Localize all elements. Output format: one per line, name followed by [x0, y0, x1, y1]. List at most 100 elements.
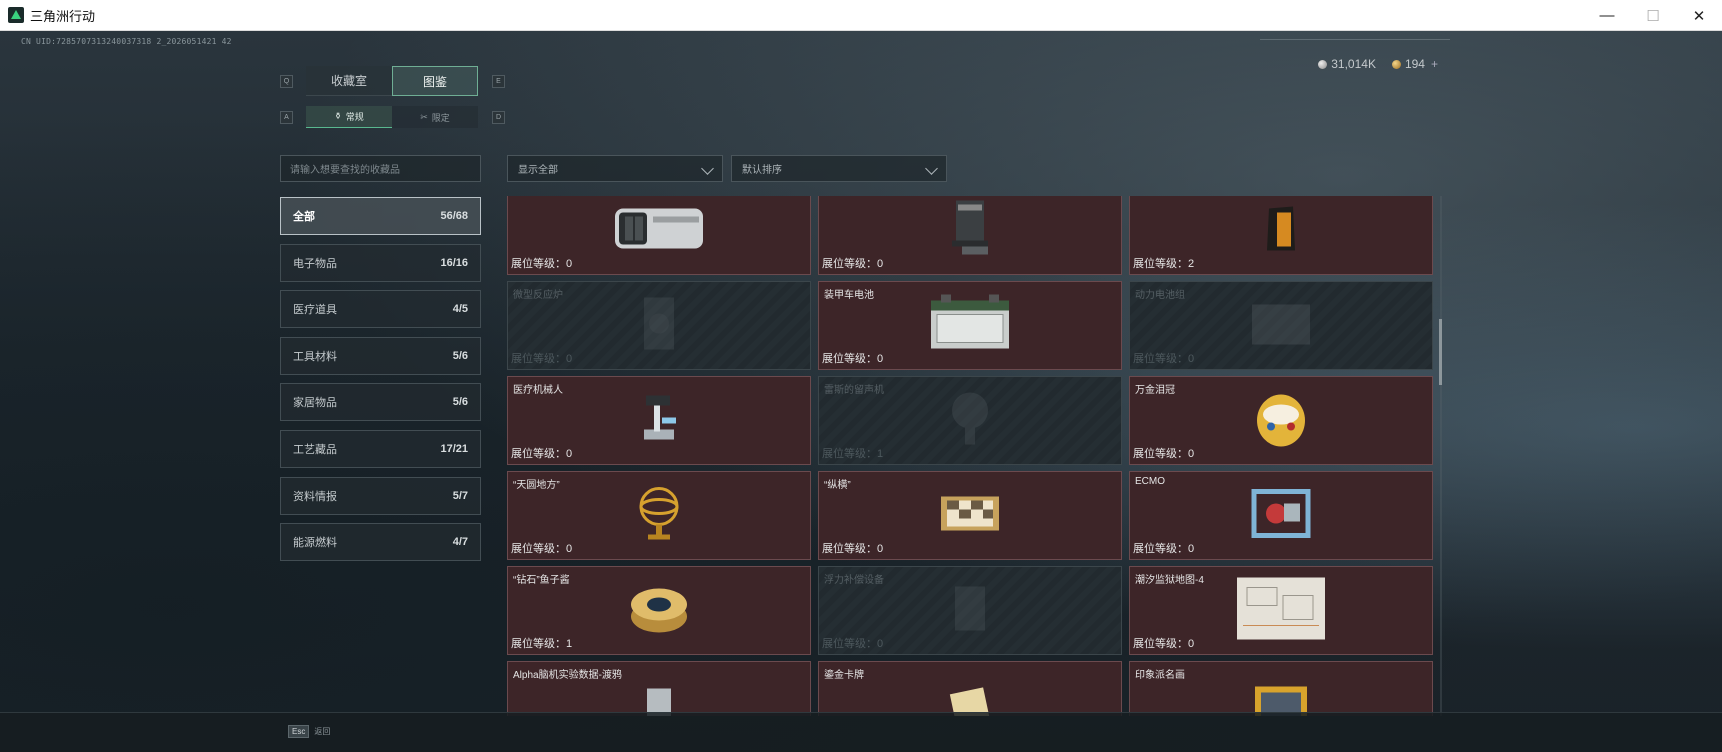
- category-label: 工具材料: [293, 350, 337, 363]
- category-count: 17/21: [440, 442, 468, 455]
- card-name: 微型反应炉: [513, 290, 563, 301]
- category-count: 4/5: [452, 303, 468, 316]
- card-name: 潮汐监狱地图-4: [1135, 575, 1204, 586]
- category-item[interactable]: 全部 56/68: [280, 197, 481, 235]
- sort-dropdown[interactable]: 默认排序: [731, 155, 947, 182]
- tab-right-key[interactable]: E: [492, 75, 505, 88]
- back-button[interactable]: Esc 返回: [288, 725, 330, 738]
- silver-amount: 31,014K: [1331, 57, 1376, 71]
- category-count: 56/68: [440, 210, 468, 222]
- main-tabs: 收藏室 图鉴: [306, 66, 478, 96]
- category-label: 电子物品: [293, 257, 337, 270]
- collection-card[interactable]: Alpha脑机实验数据-渡鸦: [507, 661, 811, 716]
- filter-value: 显示全部: [518, 165, 558, 176]
- limited-icon: ✂: [420, 111, 428, 122]
- category-label: 医疗道具: [293, 304, 337, 317]
- card-display-level: 展位等级：1: [511, 638, 573, 650]
- card-display-level: 展位等级：0: [822, 638, 884, 650]
- chevron-down-icon: [701, 162, 714, 175]
- subtab-regular[interactable]: ⚱ 常规: [306, 106, 392, 128]
- category-label: 资料情报: [293, 490, 337, 503]
- collection-card-locked[interactable]: 浮力补偿设备 展位等级：0: [818, 566, 1122, 655]
- reactor-icon: [634, 291, 684, 360]
- maximize-button[interactable]: ☐: [1630, 0, 1676, 31]
- game-viewport: CN UID:7285707313240037318 2_2026051421 …: [0, 31, 1722, 752]
- card-name: “纵横”: [824, 480, 851, 491]
- card-name: ECMO: [1135, 476, 1165, 487]
- card-display-level: 展位等级：0: [511, 543, 573, 555]
- category-item[interactable]: 工具材料 5/6: [280, 336, 481, 375]
- battery-icon: [927, 292, 1013, 359]
- collection-card[interactable]: “天圆地方” 展位等级：0: [507, 471, 811, 560]
- gold-card-icon: [945, 678, 995, 716]
- collection-card[interactable]: 万金泪冠 展位等级：0: [1129, 376, 1433, 465]
- collection-card-locked[interactable]: 动力电池组展位等级：0: [1129, 281, 1433, 370]
- sub-tabs: ⚱ 常规 ✂ 限定: [306, 106, 478, 128]
- collection-card-locked[interactable]: 雷斯的留声机 展位等级：1: [818, 376, 1122, 465]
- collection-card[interactable]: “钻石”鱼子酱 展位等级：1: [507, 566, 811, 655]
- tab-left-key[interactable]: Q: [280, 75, 293, 88]
- grid-scrollbar-track[interactable]: [1440, 196, 1442, 716]
- tab-catalog[interactable]: 图鉴: [392, 66, 478, 96]
- filter-dropdown[interactable]: 显示全部: [507, 155, 723, 182]
- collection-card[interactable]: 展位等级：0: [507, 196, 811, 275]
- card-name: “天圆地方”: [513, 480, 560, 491]
- search-input[interactable]: 请输入想要查找的收藏品: [280, 155, 481, 182]
- add-currency-button[interactable]: +: [1431, 57, 1438, 71]
- window-controls: — ☐ ✕: [1584, 0, 1722, 31]
- gold-currency[interactable]: 194 +: [1391, 57, 1438, 71]
- collection-card[interactable]: 展位等级：2: [1129, 196, 1433, 275]
- chevron-down-icon: [925, 162, 938, 175]
- card-name: 动力电池组: [1135, 290, 1185, 301]
- robot-arm-icon: [636, 389, 682, 452]
- category-item[interactable]: 能源燃料 4/7: [280, 523, 481, 562]
- data-drive-icon: [639, 678, 679, 716]
- category-item[interactable]: 工艺藏品 17/21: [280, 429, 481, 468]
- card-display-level: 展位等级：0: [511, 448, 573, 460]
- subtab-limited[interactable]: ✂ 限定: [392, 106, 478, 128]
- card-display-level: 展位等级：0: [1133, 353, 1195, 365]
- grid-scrollbar-thumb[interactable]: [1439, 319, 1442, 385]
- armillary-sphere-icon: [634, 482, 684, 549]
- card-name: “钻石”鱼子酱: [513, 575, 570, 586]
- coffee-bag-icon: [1263, 202, 1299, 259]
- card-name: 装甲车电池: [824, 290, 874, 301]
- tab-collection-room[interactable]: 收藏室: [306, 66, 392, 96]
- gramophone-icon: [945, 388, 995, 453]
- caviar-tin-icon: [629, 580, 689, 641]
- collection-card[interactable]: 装甲车电池展位等级：0: [818, 281, 1122, 370]
- back-label: 返回: [314, 727, 331, 736]
- card-name: 雷斯的留声机: [824, 385, 884, 396]
- silver-coin-icon: [1318, 60, 1328, 69]
- window-titlebar: 三角洲行动 — ☐ ✕: [0, 0, 1722, 31]
- user-uid: CN UID:7285707313240037318 2_2026051421 …: [21, 37, 232, 46]
- battery-pack-icon: [1248, 298, 1314, 353]
- close-button[interactable]: ✕: [1676, 0, 1722, 31]
- card-display-level: 展位等级：0: [822, 353, 884, 365]
- collection-card[interactable]: 潮汐监狱地图-4 展位等级：0: [1129, 566, 1433, 655]
- subtab-right-key[interactable]: D: [492, 111, 505, 124]
- server-icon: [613, 202, 705, 259]
- minimize-button[interactable]: —: [1584, 0, 1630, 31]
- category-item[interactable]: 家居物品 5/6: [280, 383, 481, 422]
- subtab-left-key[interactable]: A: [280, 111, 293, 124]
- collection-card[interactable]: ECMO 展位等级：0: [1129, 471, 1433, 560]
- ecmo-icon: [1248, 483, 1314, 548]
- category-item[interactable]: 医疗道具 4/5: [280, 290, 481, 329]
- collection-card[interactable]: 鎏金卡牌: [818, 661, 1122, 716]
- category-count: 4/7: [452, 536, 468, 549]
- gold-amount: 194: [1404, 57, 1425, 71]
- category-label: 全部: [293, 211, 315, 223]
- category-item[interactable]: 电子物品 16/16: [280, 243, 481, 282]
- collection-card[interactable]: 印象派名画: [1129, 661, 1433, 716]
- collection-card[interactable]: 展位等级：0: [818, 196, 1122, 275]
- card-name: Alpha脑机实验数据-渡鸦: [513, 670, 622, 681]
- card-display-level: 展位等级：0: [822, 543, 884, 555]
- collection-card[interactable]: 医疗机械人 展位等级：0: [507, 376, 811, 465]
- collection-card[interactable]: “纵横” 展位等级：0: [818, 471, 1122, 560]
- collection-card-locked[interactable]: 微型反应炉 展位等级：0: [507, 281, 811, 370]
- bottom-bar: [0, 712, 1722, 752]
- category-count: 5/6: [452, 349, 468, 362]
- card-display-level: 展位等级：0: [1133, 638, 1195, 650]
- category-item[interactable]: 资料情报 5/7: [280, 476, 481, 515]
